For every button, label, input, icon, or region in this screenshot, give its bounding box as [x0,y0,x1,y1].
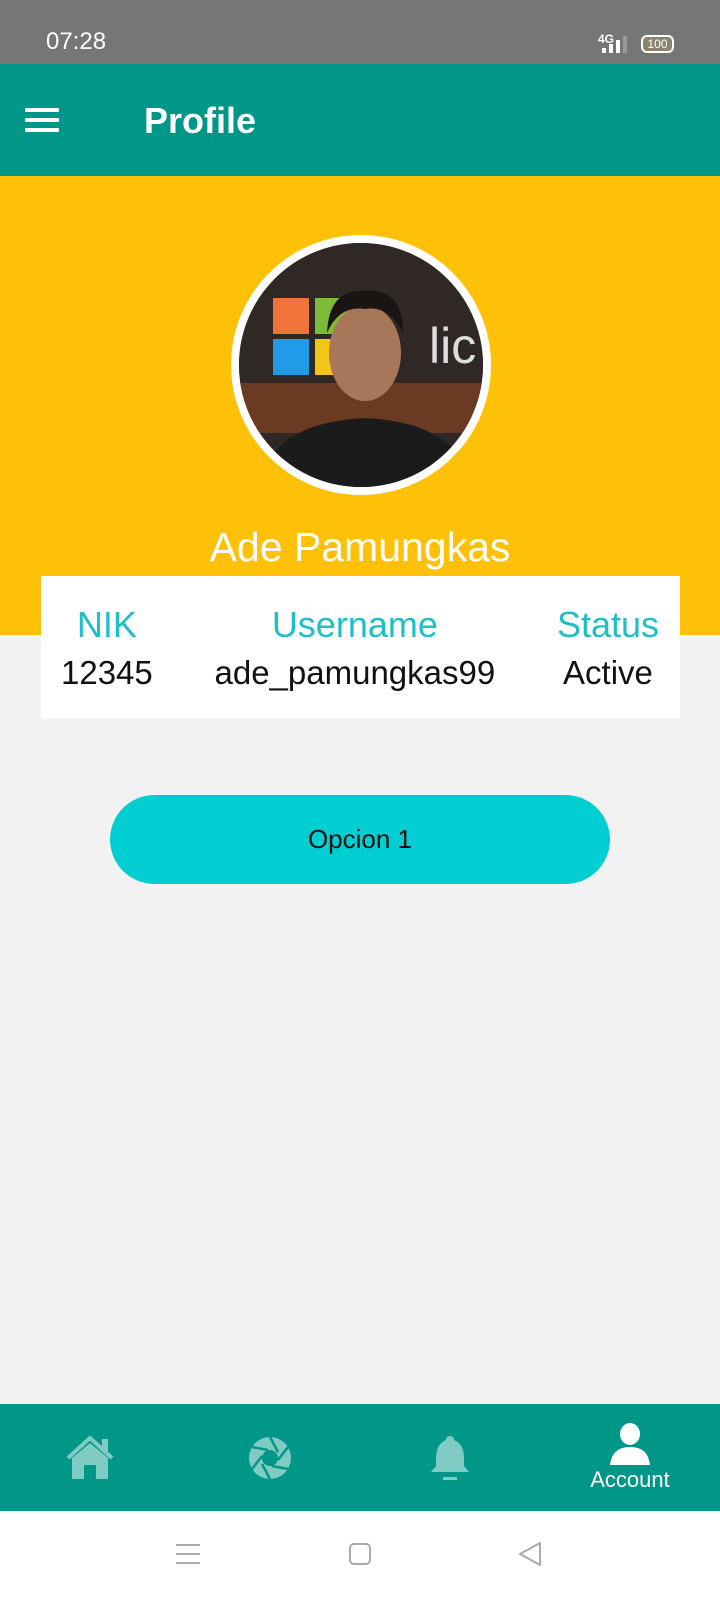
nav-camera[interactable] [180,1404,360,1511]
battery-icon: 100 [641,35,674,53]
option-1-button[interactable]: Opcion 1 [110,795,610,884]
status-field: Status Active [557,576,659,718]
profile-name: Ade Pamungkas [209,524,511,570]
person-icon [610,1422,650,1465]
nav-home[interactable] [0,1404,180,1511]
recent-apps-icon[interactable] [175,1543,201,1565]
camera-aperture-icon [249,1435,291,1480]
status-time: 07:28 [46,28,107,55]
bottom-navigation: Account [0,1404,720,1511]
page-title: Profile [144,100,257,141]
signal-icon [602,36,627,53]
back-icon[interactable] [518,1541,542,1567]
username-value: ade_pamungkas99 [214,654,496,691]
nav-account[interactable]: Account [540,1404,720,1511]
status-value: Active [563,654,653,691]
system-navigation-bar [0,1511,720,1600]
avatar-photo: lic [239,243,483,487]
home-button-icon[interactable] [348,1542,372,1566]
profile-info-card: NIK 12345 Username ade_pamungkas99 Statu… [41,576,680,718]
home-icon [66,1435,114,1479]
app-bar [0,64,720,176]
nik-value: 12345 [61,654,153,691]
avatar[interactable]: lic [231,235,491,495]
bell-icon [431,1435,469,1480]
username-label: Username [271,604,438,645]
hamburger-menu-icon[interactable] [25,108,59,132]
username-field: Username ade_pamungkas99 [214,576,495,718]
nik-label: NIK [76,604,137,645]
svg-text:lic: lic [429,318,476,374]
nav-notifications[interactable] [360,1404,540,1511]
nav-account-label: Account [590,1466,670,1492]
status-label: Status [556,604,659,645]
status-bar: 07:28 4G 100 [0,0,720,64]
nik-field: NIK 12345 [61,576,153,718]
